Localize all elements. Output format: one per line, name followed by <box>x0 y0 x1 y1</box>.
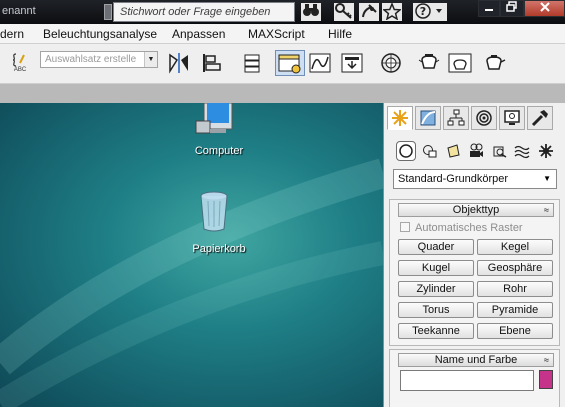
object-type-title: Objekttyp <box>452 204 500 216</box>
collapse-icon: ≈ <box>544 205 549 215</box>
object-type-rollout: Objekttyp ≈ Automatisches Raster Quader … <box>389 199 560 346</box>
box-button[interactable]: Quader <box>398 239 474 255</box>
collapse-icon: ≈ <box>544 355 549 365</box>
category-dropdown[interactable]: Standard-Grundkörper ▼ <box>393 169 557 189</box>
recycle-bin-icon[interactable] <box>199 191 229 233</box>
computer-icon[interactable] <box>194 102 240 137</box>
category-dropdown-value: Standard-Grundkörper <box>398 173 509 185</box>
computer-label: Computer <box>194 145 244 157</box>
tab-create[interactable] <box>387 106 413 130</box>
tab-utilities[interactable] <box>527 106 553 130</box>
search-placeholder: Stichwort oder Frage eingeben <box>120 6 271 18</box>
tab-hierarchy[interactable] <box>443 106 469 130</box>
menu-bar: dern Beleuchtungsanalyse Anpassen MAXScr… <box>0 24 565 44</box>
named-selection-dropdown[interactable]: Auswahlsatz erstelle ▼ <box>40 51 158 68</box>
chevron-down-icon: ▼ <box>543 174 551 183</box>
auto-grid-label: Automatisches Raster <box>415 222 523 234</box>
menu-item-modifiers[interactable]: dern <box>0 27 24 41</box>
key-icon[interactable] <box>334 3 354 21</box>
plane-button[interactable]: Ebene <box>477 323 553 339</box>
cameras-icon[interactable] <box>466 141 486 161</box>
name-color-rollout: Name und Farbe ≈ <box>389 349 560 407</box>
recycle-bin-label: Papierkorb <box>192 243 246 255</box>
window-title: enannt <box>2 5 36 17</box>
menu-item-customize[interactable]: Anpassen <box>172 27 225 41</box>
edit-named-selection-button[interactable]: ABC <box>6 50 34 76</box>
material-editor-icon[interactable] <box>378 50 404 76</box>
mirror-icon[interactable] <box>166 50 192 76</box>
auto-grid-checkbox[interactable]: Automatisches Raster <box>400 222 523 234</box>
menu-item-maxscript[interactable]: MAXScript <box>248 27 305 41</box>
svg-text:?: ? <box>420 5 426 18</box>
scene-explorer-icon[interactable] <box>275 50 305 76</box>
close-button[interactable] <box>524 0 565 17</box>
pyramid-button[interactable]: Pyramide <box>477 302 553 318</box>
tab-motion[interactable] <box>471 106 497 130</box>
desktop-viewport[interactable]: Computer Papierkorb <box>0 102 383 407</box>
title-bar: enannt Stichwort oder Frage eingeben ? <box>0 0 565 24</box>
render-production-icon[interactable] <box>481 50 507 76</box>
search-input[interactable]: Stichwort oder Frage eingeben <box>113 2 295 22</box>
grip-handle[interactable] <box>104 4 112 20</box>
shapes-icon[interactable] <box>420 141 440 161</box>
restore-button[interactable] <box>500 0 524 17</box>
menu-item-help[interactable]: Hilfe <box>328 27 352 41</box>
geosphere-button[interactable]: Geosphäre <box>477 260 553 276</box>
name-color-header[interactable]: Name und Farbe ≈ <box>398 353 554 367</box>
star-icon[interactable] <box>382 2 402 21</box>
command-panel: Standard-Grundkörper ▼ Objekttyp ≈ Autom… <box>383 103 565 407</box>
tab-display[interactable] <box>499 106 525 130</box>
abc-label: ABC <box>13 67 27 73</box>
object-name-field[interactable] <box>400 370 534 391</box>
object-type-header[interactable]: Objekttyp ≈ <box>398 203 554 217</box>
sphere-button[interactable]: Kugel <box>398 260 474 276</box>
cylinder-button[interactable]: Zylinder <box>398 281 474 297</box>
teapot-button[interactable]: Teekanne <box>398 323 474 339</box>
object-color-swatch[interactable] <box>539 370 553 389</box>
layer-manager-icon[interactable] <box>239 50 265 76</box>
binoculars-icon[interactable] <box>301 3 321 21</box>
name-color-title: Name und Farbe <box>434 354 518 366</box>
main-toolbar: ABC Auswahlsatz erstelle ▼ <box>0 44 565 84</box>
systems-icon[interactable] <box>536 141 556 161</box>
satellite-icon[interactable] <box>359 3 379 21</box>
schematic-view-icon[interactable] <box>339 50 365 76</box>
minimize-button[interactable] <box>478 0 500 17</box>
menu-item-lighting-analysis[interactable]: Beleuchtungsanalyse <box>43 27 157 41</box>
selection-set-placeholder: Auswahlsatz erstelle <box>45 54 137 65</box>
render-setup-icon[interactable] <box>416 50 442 76</box>
geometry-icon[interactable] <box>396 141 416 161</box>
tab-modify[interactable] <box>415 106 441 130</box>
checkbox-icon <box>400 222 410 232</box>
chevron-down-icon: ▼ <box>144 52 157 67</box>
align-icon[interactable] <box>199 50 225 76</box>
cone-button[interactable]: Kegel <box>477 239 553 255</box>
space-warps-icon[interactable] <box>512 141 532 161</box>
tube-button[interactable]: Rohr <box>477 281 553 297</box>
helpers-icon[interactable] <box>490 141 510 161</box>
toolbar-strip <box>0 84 565 103</box>
help-icon[interactable]: ? <box>413 3 447 21</box>
rendered-frame-window-icon[interactable] <box>447 50 473 76</box>
torus-button[interactable]: Torus <box>398 302 474 318</box>
curve-editor-icon[interactable] <box>307 50 333 76</box>
lights-icon[interactable] <box>443 141 463 161</box>
